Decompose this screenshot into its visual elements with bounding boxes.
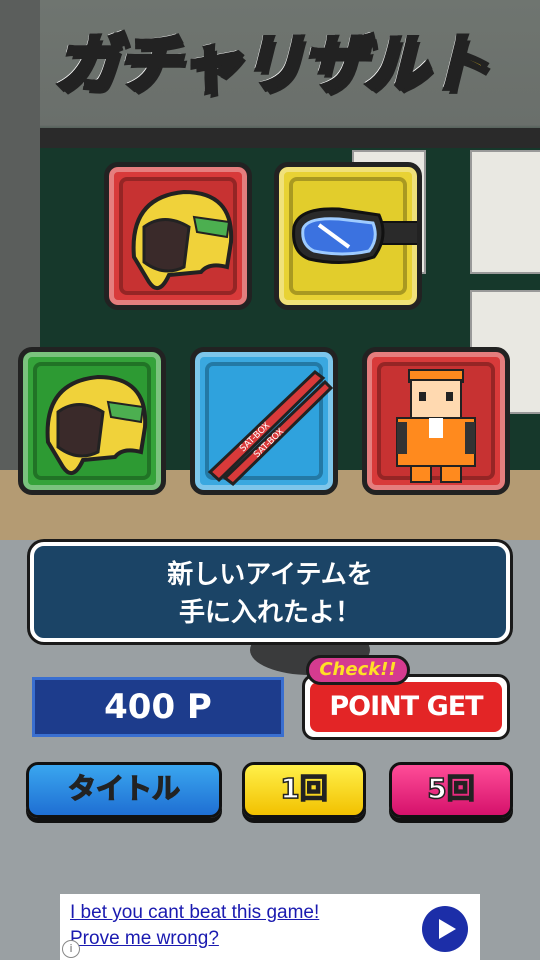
ad-subline[interactable]: Prove me wrong? xyxy=(70,928,219,950)
poster xyxy=(470,150,540,274)
logo-text: ガチャリザルト xyxy=(52,26,491,104)
ad-info-icon[interactable]: i xyxy=(62,940,80,958)
result-message-box: 新しいアイテムを 手に入れたよ！ xyxy=(30,542,510,642)
helmet-yellow-icon xyxy=(45,374,148,476)
skis-red-icon: SAT-BOX SAT-BOX xyxy=(207,370,333,486)
message-line: 新しいアイテムを xyxy=(167,560,373,590)
message-line: 手に入れたよ！ xyxy=(178,598,361,628)
item-tile-skis[interactable]: SAT-BOX SAT-BOX xyxy=(190,347,338,495)
item-tile-character[interactable] xyxy=(362,347,510,495)
item-tile-helmet[interactable] xyxy=(18,347,166,495)
item-tile-helmet[interactable] xyxy=(104,162,252,310)
title-button[interactable]: タイトル xyxy=(26,762,222,818)
ad-headline[interactable]: I bet you cant beat this game! xyxy=(70,902,319,924)
points-display: 400 P xyxy=(32,677,284,737)
ad-banner[interactable]: I bet you cant beat this game! Prove me … xyxy=(60,894,480,960)
character-orange-suit-icon xyxy=(396,369,476,483)
gacha-5-button[interactable]: 5回 xyxy=(389,762,513,818)
gacha-1-button[interactable]: 1回 xyxy=(242,762,366,818)
check-badge: Check!! xyxy=(306,655,410,685)
item-tile-goggles[interactable] xyxy=(274,162,422,310)
goggles-blue-icon xyxy=(292,207,417,265)
game-logo: ガチャリザルト xyxy=(36,22,506,112)
ad-arrow-icon[interactable] xyxy=(422,906,468,952)
point-get-label: POINT GET xyxy=(310,682,502,732)
helmet-yellow-icon xyxy=(131,189,234,291)
chalkboard-frame xyxy=(0,128,540,148)
